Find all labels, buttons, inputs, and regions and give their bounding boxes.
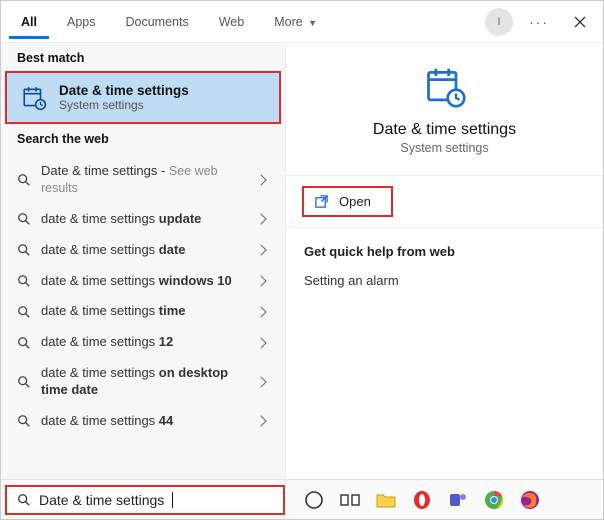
help-section: Get quick help from web Setting an alarm xyxy=(286,228,603,308)
tab-apps[interactable]: Apps xyxy=(55,5,108,39)
web-result-item[interactable]: date & time settings windows 10 xyxy=(1,266,285,297)
web-result-label: Date & time settings - See web results xyxy=(41,163,247,197)
tab-web[interactable]: Web xyxy=(207,5,256,39)
web-result-label: date & time settings 12 xyxy=(41,334,247,351)
search-icon xyxy=(17,212,31,226)
feature-subtitle: System settings xyxy=(400,141,488,155)
teams-icon[interactable] xyxy=(447,489,469,511)
avatar[interactable]: I xyxy=(485,8,513,36)
tab-more-label: More xyxy=(274,15,302,29)
best-match-header: Best match xyxy=(1,43,285,71)
file-explorer-icon[interactable] xyxy=(375,489,397,511)
calendar-clock-icon xyxy=(423,65,467,109)
topbar: All Apps Documents Web More ▼ I ··· xyxy=(1,1,603,43)
web-result-item[interactable]: Date & time settings - See web results xyxy=(1,156,285,204)
web-result-item[interactable]: date & time settings date xyxy=(1,235,285,266)
calendar-clock-icon xyxy=(21,85,47,111)
taskbar-icons xyxy=(303,489,541,511)
tab-documents[interactable]: Documents xyxy=(113,5,200,39)
feature-header: Date & time settings System settings xyxy=(286,43,603,175)
search-box[interactable]: Date & time settings xyxy=(5,485,285,515)
firefox-icon[interactable] xyxy=(519,489,541,511)
close-button[interactable] xyxy=(565,7,595,37)
feature-title: Date & time settings xyxy=(373,121,516,139)
opera-icon[interactable] xyxy=(411,489,433,511)
web-result-label: date & time settings 44 xyxy=(41,413,247,430)
search-web-header: Search the web xyxy=(1,124,285,152)
bottom-bar: Date & time settings xyxy=(1,479,603,519)
web-result-item[interactable]: date & time settings time xyxy=(1,296,285,327)
search-icon xyxy=(17,336,31,350)
chevron-down-icon: ▼ xyxy=(308,18,317,28)
web-result-label: date & time settings on desktop time dat… xyxy=(41,365,247,399)
text-caret xyxy=(172,492,173,508)
chevron-right-icon xyxy=(255,174,266,185)
help-title: Get quick help from web xyxy=(304,244,585,259)
chevron-right-icon xyxy=(255,337,266,348)
web-result-label: date & time settings date xyxy=(41,242,247,259)
search-icon xyxy=(17,375,31,389)
chevron-right-icon xyxy=(255,306,266,317)
topbar-right: I ··· xyxy=(485,7,595,37)
chevron-right-icon xyxy=(255,244,266,255)
chrome-icon[interactable] xyxy=(483,489,505,511)
more-options-button[interactable]: ··· xyxy=(523,8,555,36)
search-input[interactable]: Date & time settings xyxy=(39,492,164,508)
web-result-item[interactable]: date & time settings 44 xyxy=(1,406,285,437)
best-match-subtitle: System settings xyxy=(59,98,189,112)
web-result-item[interactable]: date & time settings on desktop time dat… xyxy=(1,358,285,406)
tab-more[interactable]: More ▼ xyxy=(262,5,329,39)
search-icon xyxy=(17,173,31,187)
main-content: Best match Date & time settings System s… xyxy=(1,43,603,479)
task-view-icon[interactable] xyxy=(339,489,361,511)
search-icon xyxy=(17,305,31,319)
open-button[interactable]: Open xyxy=(302,186,393,217)
filter-tabs: All Apps Documents Web More ▼ xyxy=(9,1,329,42)
help-item[interactable]: Setting an alarm xyxy=(304,269,585,292)
best-match-item[interactable]: Date & time settings System settings xyxy=(5,71,281,124)
open-icon xyxy=(314,194,329,209)
web-result-label: date & time settings update xyxy=(41,211,247,228)
chevron-right-icon xyxy=(255,214,266,225)
action-row: Open xyxy=(286,175,603,228)
search-icon xyxy=(17,274,31,288)
web-result-label: date & time settings windows 10 xyxy=(41,273,247,290)
best-match-text: Date & time settings System settings xyxy=(59,83,189,112)
search-window: All Apps Documents Web More ▼ I ··· Best… xyxy=(0,0,604,520)
chevron-right-icon xyxy=(255,416,266,427)
cortana-icon[interactable] xyxy=(303,489,325,511)
best-match-title: Date & time settings xyxy=(59,83,189,98)
results-panel: Best match Date & time settings System s… xyxy=(1,43,285,479)
web-result-item[interactable]: date & time settings 12 xyxy=(1,327,285,358)
search-icon xyxy=(17,493,31,507)
web-result-label: date & time settings time xyxy=(41,303,247,320)
close-icon xyxy=(574,16,586,28)
chevron-right-icon xyxy=(255,275,266,286)
open-label: Open xyxy=(339,194,371,209)
tab-all[interactable]: All xyxy=(9,5,49,39)
web-result-item[interactable]: date & time settings update xyxy=(1,204,285,235)
search-icon xyxy=(17,414,31,428)
search-icon xyxy=(17,243,31,257)
detail-panel: Date & time settings System settings Ope… xyxy=(285,43,603,479)
web-results-list: Date & time settings - See web results da… xyxy=(1,152,285,437)
chevron-right-icon xyxy=(255,376,266,387)
